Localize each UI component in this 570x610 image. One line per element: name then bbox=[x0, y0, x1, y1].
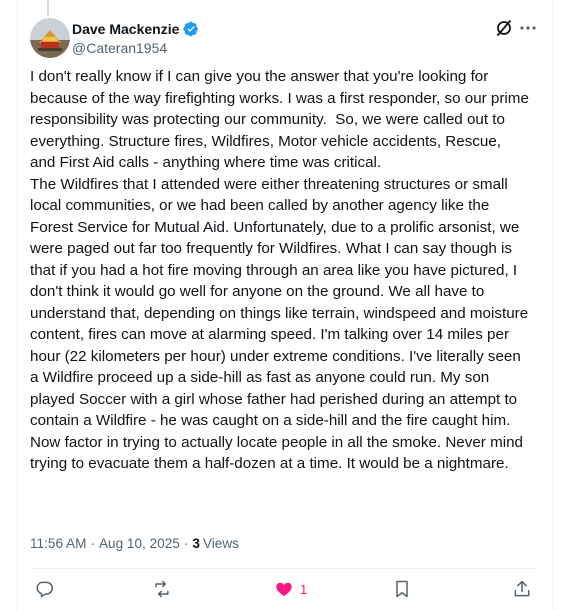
views-label: Views bbox=[202, 536, 239, 551]
meta-separator: · bbox=[183, 536, 189, 551]
more-icon[interactable] bbox=[518, 18, 538, 38]
post-meta: 11:56 AM · Aug 10, 2025 · 3 Views bbox=[30, 536, 239, 551]
views-count: 3 bbox=[192, 536, 200, 551]
post-date[interactable]: Aug 10, 2025 bbox=[99, 536, 180, 551]
actions-divider bbox=[30, 568, 538, 569]
avatar[interactable] bbox=[30, 18, 70, 58]
post-text: I don't really know if I can give you th… bbox=[30, 68, 529, 472]
bookmark-icon[interactable] bbox=[392, 578, 412, 600]
like-count: 1 bbox=[300, 581, 308, 597]
thread-connector-line bbox=[47, 0, 49, 16]
action-bar: 1 bbox=[30, 578, 540, 602]
post-header: Dave Mackenzie @Cateran1954 bbox=[30, 18, 540, 58]
share-icon[interactable] bbox=[512, 578, 532, 600]
author-display-name[interactable]: Dave Mackenzie bbox=[72, 21, 179, 37]
author-names: Dave Mackenzie @Cateran1954 bbox=[72, 20, 199, 56]
frame-border-right bbox=[552, 0, 553, 610]
like-button[interactable]: 1 bbox=[274, 578, 307, 600]
reply-icon[interactable] bbox=[34, 578, 54, 600]
author-handle[interactable]: @Cateran1954 bbox=[72, 40, 199, 56]
verified-badge-icon bbox=[183, 21, 199, 37]
frame-border-left bbox=[17, 0, 18, 610]
grok-icon[interactable] bbox=[494, 18, 514, 38]
post-time[interactable]: 11:56 AM bbox=[30, 536, 86, 551]
heart-icon bbox=[274, 579, 294, 599]
repost-icon[interactable] bbox=[152, 578, 172, 600]
meta-separator: · bbox=[90, 536, 95, 551]
